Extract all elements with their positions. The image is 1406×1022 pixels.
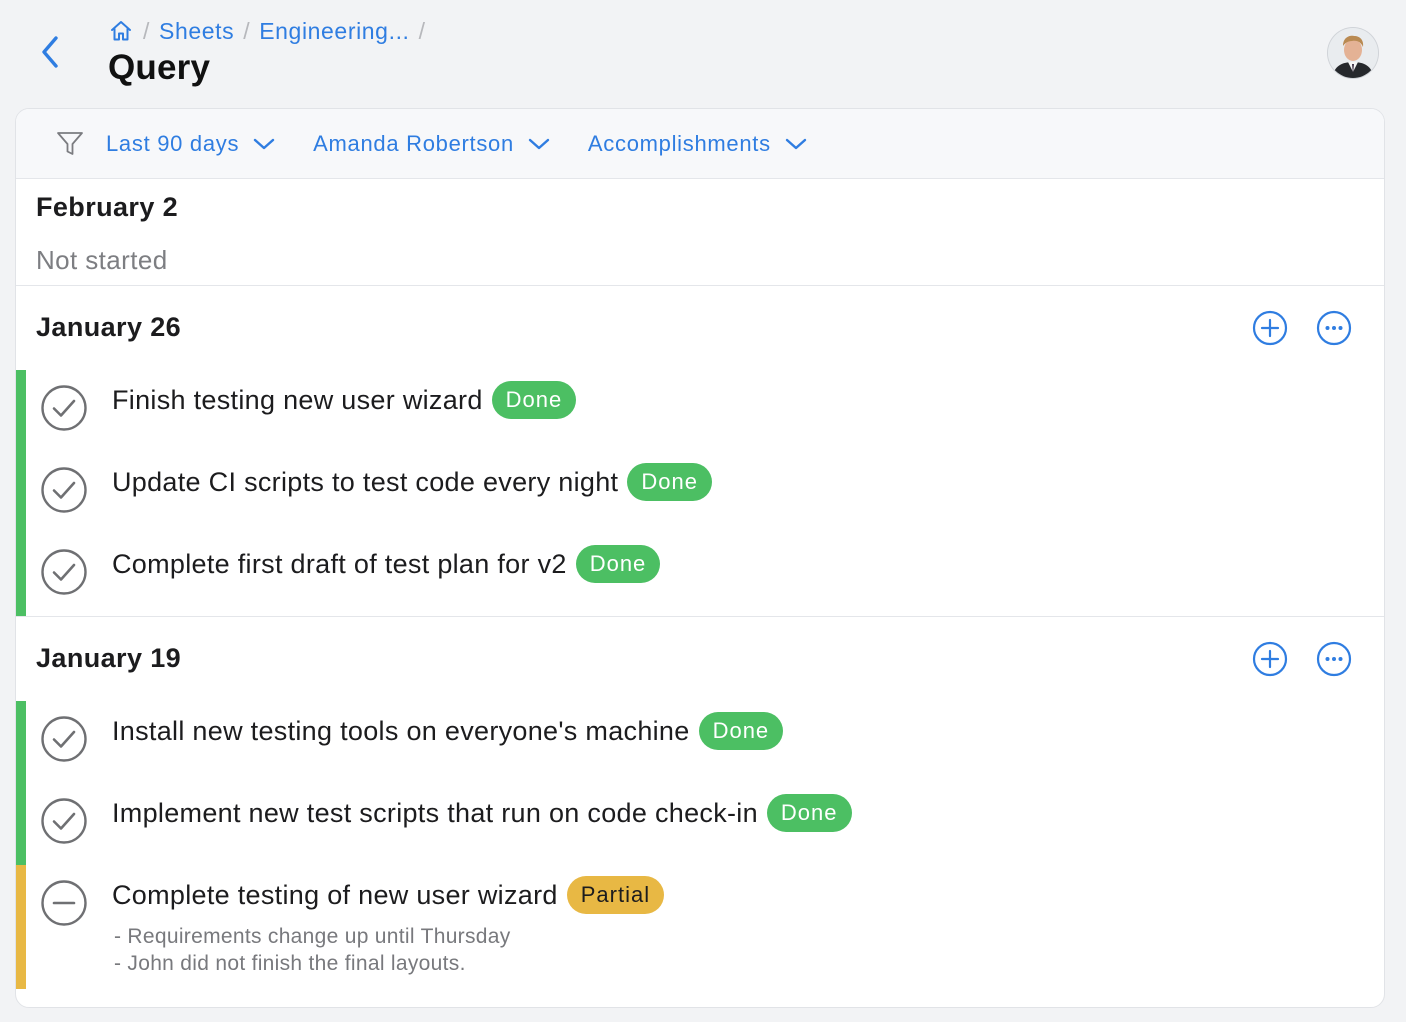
status-bar <box>16 865 26 989</box>
status-bar <box>16 701 26 783</box>
section-header: January 26 <box>16 286 1384 370</box>
status-badge: Done <box>491 381 577 419</box>
status-badge: Partial <box>566 876 665 914</box>
done-check-button[interactable] <box>40 715 88 763</box>
check-circle-icon <box>41 467 87 513</box>
filter-icon[interactable] <box>56 130 84 158</box>
note-line: - Requirements change up until Thursday <box>114 925 511 948</box>
list-item[interactable]: Complete first draft of test plan for v2… <box>16 534 1384 616</box>
more-circle-icon <box>1316 310 1352 346</box>
section-february-2: February 2 Not started <box>16 179 1384 286</box>
item-notes: - Requirements change up until Thursday … <box>114 923 511 977</box>
status-bar <box>16 452 26 534</box>
add-button[interactable] <box>1252 641 1288 677</box>
minus-circle-icon <box>41 880 87 926</box>
section-date: January 26 <box>36 312 182 342</box>
more-circle-icon <box>1316 641 1352 677</box>
status-bar <box>16 534 26 616</box>
done-check-button[interactable] <box>40 797 88 845</box>
filter-bar: Last 90 days Amanda Robertson Accomplish… <box>16 109 1384 179</box>
item-list: Install new testing tools on everyone's … <box>16 701 1384 989</box>
section-january-26: January 26 Finish testing new user wizar… <box>16 286 1384 617</box>
partial-status-button[interactable] <box>40 879 88 927</box>
section-january-19: January 19 Install new testing tools on … <box>16 617 1384 989</box>
list-item[interactable]: Finish testing new user wizard Done <box>16 370 1384 452</box>
section-actions <box>1252 641 1352 677</box>
item-text: Finish testing new user wizard <box>112 384 483 415</box>
query-results-card: Last 90 days Amanda Robertson Accomplish… <box>15 108 1385 1008</box>
item-text: Update CI scripts to test code every nig… <box>112 466 619 497</box>
breadcrumb-separator: / <box>243 17 251 44</box>
item-text: Complete testing of new user wizard <box>112 879 558 910</box>
status-bar <box>16 370 26 452</box>
plus-circle-icon <box>1252 641 1288 677</box>
item-title: Complete testing of new user wizard Part… <box>112 875 665 915</box>
list-item[interactable]: Complete testing of new user wizard Part… <box>16 865 1384 989</box>
item-title: Finish testing new user wizard Done <box>112 380 577 420</box>
note-line: - John did not finish the final layouts. <box>114 952 466 975</box>
top-bar: / Sheets / Engineering... / Query <box>0 0 1406 108</box>
person-dropdown[interactable]: Amanda Robertson <box>313 131 550 157</box>
item-text: Implement new test scripts that run on c… <box>112 797 758 828</box>
date-range-dropdown[interactable]: Last 90 days <box>106 131 275 157</box>
check-circle-icon <box>41 798 87 844</box>
section-actions <box>1252 310 1352 346</box>
status-badge: Done <box>627 463 712 501</box>
list-item[interactable]: Install new testing tools on everyone's … <box>16 701 1384 783</box>
done-check-button[interactable] <box>40 384 88 432</box>
date-range-label: Last 90 days <box>106 130 240 156</box>
breadcrumb: / Sheets / Engineering... / <box>108 16 435 46</box>
section-header: January 19 <box>16 617 1384 701</box>
plus-circle-icon <box>1252 310 1288 346</box>
avatar-image <box>1328 28 1378 78</box>
item-title: Update CI scripts to test code every nig… <box>112 462 712 502</box>
category-dropdown[interactable]: Accomplishments <box>588 131 807 157</box>
done-check-button[interactable] <box>40 466 88 514</box>
item-title: Complete first draft of test plan for v2… <box>112 544 661 584</box>
breadcrumb-separator: / <box>143 17 150 44</box>
chevron-down-icon <box>253 137 275 151</box>
item-list: Finish testing new user wizard Done Upda… <box>16 370 1384 616</box>
person-label: Amanda Robertson <box>313 130 514 156</box>
list-item[interactable]: Update CI scripts to test code every nig… <box>16 452 1384 534</box>
status-badge: Done <box>698 712 784 750</box>
page-title: Query <box>108 48 211 87</box>
chevron-left-icon <box>42 36 58 68</box>
more-button[interactable] <box>1316 310 1352 346</box>
chevron-down-icon <box>785 137 807 151</box>
check-circle-icon <box>41 716 87 762</box>
add-button[interactable] <box>1252 310 1288 346</box>
list-item[interactable]: Implement new test scripts that run on c… <box>16 783 1384 865</box>
check-circle-icon <box>41 549 87 595</box>
category-label: Accomplishments <box>587 130 771 156</box>
done-check-button[interactable] <box>40 548 88 596</box>
status-text: Not started <box>36 245 168 275</box>
item-title: Install new testing tools on everyone's … <box>112 711 784 751</box>
status-badge: Done <box>575 545 661 583</box>
chevron-down-icon <box>528 137 550 151</box>
status-bar <box>16 783 26 865</box>
avatar[interactable] <box>1328 28 1378 78</box>
more-button[interactable] <box>1316 641 1352 677</box>
section-date: February 2 <box>36 192 179 222</box>
check-circle-icon <box>41 385 87 431</box>
item-text: Install new testing tools on everyone's … <box>112 715 690 746</box>
status-badge: Done <box>766 794 852 832</box>
breadcrumb-engineering[interactable]: Engineering... <box>259 18 409 45</box>
breadcrumb-sheets[interactable]: Sheets <box>159 18 234 45</box>
item-title: Implement new test scripts that run on c… <box>112 793 852 833</box>
breadcrumb-separator: / <box>418 17 426 44</box>
back-button[interactable] <box>32 34 68 70</box>
item-text: Complete first draft of test plan for v2 <box>112 548 567 579</box>
section-date: January 19 <box>36 643 182 673</box>
home-icon[interactable] <box>108 18 134 44</box>
